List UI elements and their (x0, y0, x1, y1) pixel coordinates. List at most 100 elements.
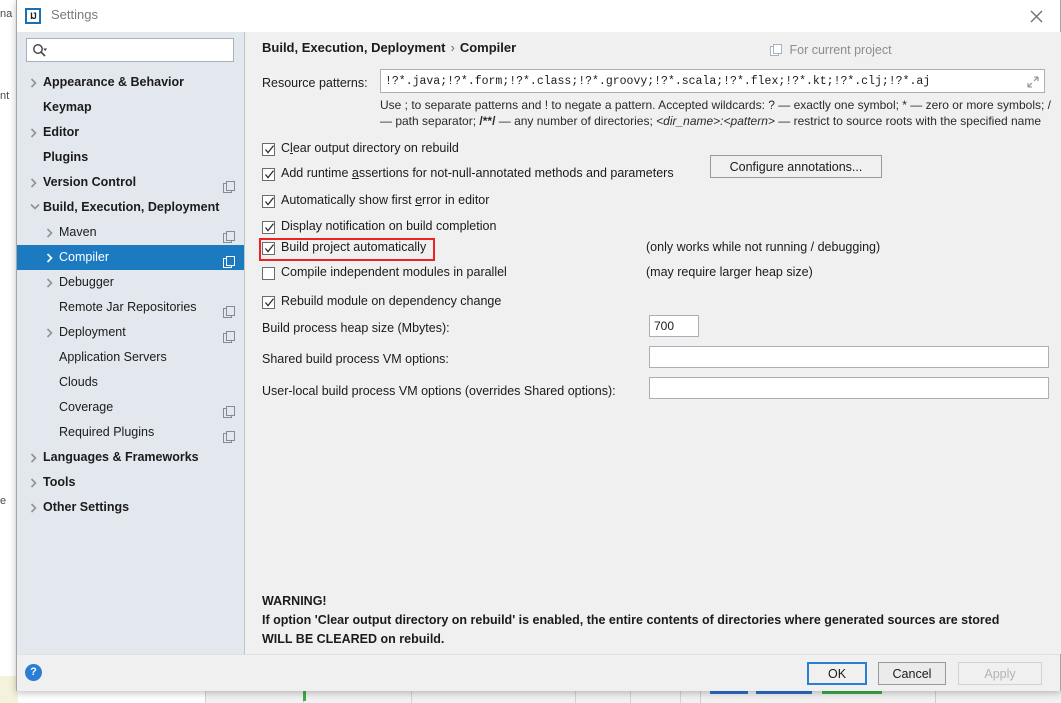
chevron-right-icon[interactable] (27, 495, 41, 520)
checkbox-checked-icon[interactable] (262, 242, 275, 255)
userlocal-vm-options-label: User-local build process VM options (ove… (262, 384, 616, 398)
settings-content: Build, Execution, Deployment›Compiler Fo… (246, 32, 1061, 654)
sidebar-item-label: Languages & Frameworks (43, 445, 199, 470)
checkbox-label: Display notification on build completion (281, 219, 496, 233)
sidebar-item-deployment[interactable]: Deployment (17, 320, 244, 345)
checkbox-checked-icon[interactable] (262, 143, 275, 156)
warning-title: WARNING! (262, 594, 327, 608)
heap-size-label: Build process heap size (Mbytes): (262, 321, 450, 335)
search-icon (32, 43, 47, 58)
intellij-logo-icon: IJ (25, 8, 41, 24)
sidebar-item-version-control[interactable]: Version Control (17, 170, 244, 195)
settings-dialog: IJ Settings Appearance & BehaviorKeymapE… (16, 0, 1061, 691)
dialog-titlebar: IJ Settings (17, 0, 1060, 33)
sidebar-item-application-servers[interactable]: Application Servers (17, 345, 244, 370)
sidebar-item-compiler[interactable]: Compiler (17, 245, 244, 270)
resource-patterns-field[interactable] (380, 69, 1045, 93)
hint-line-2-c: — any number of directories; (495, 114, 656, 128)
checkbox-label: Clear output directory on rebuild (281, 141, 459, 155)
breadcrumb-separator: › (445, 40, 459, 55)
sidebar-item-label: Keymap (43, 95, 92, 120)
close-icon[interactable] (1014, 0, 1060, 31)
sidebar-item-languages-frameworks[interactable]: Languages & Frameworks (17, 445, 244, 470)
chevron-right-icon[interactable] (27, 70, 41, 95)
userlocal-vm-options-input[interactable] (654, 378, 1026, 398)
bg-text-fragment: e (0, 495, 6, 507)
checkbox-checked-icon[interactable] (262, 221, 275, 234)
search-input[interactable] (56, 42, 228, 59)
sidebar-item-label: Version Control (43, 170, 136, 195)
sidebar-item-label: Required Plugins (59, 420, 154, 445)
chevron-down-icon[interactable] (27, 195, 41, 220)
settings-tree: Appearance & BehaviorKeymapEditorPlugins… (17, 70, 244, 520)
breadcrumb-leaf: Compiler (460, 40, 516, 55)
hint-line-2-e: — restrict to source roots with the spec… (775, 114, 1041, 128)
chevron-right-icon[interactable] (43, 320, 57, 345)
chevron-right-icon[interactable] (27, 470, 41, 495)
chevron-right-icon[interactable] (27, 170, 41, 195)
sidebar-item-label: Maven (59, 220, 97, 245)
chevron-right-icon[interactable] (43, 245, 57, 270)
checkbox-unchecked-icon[interactable] (262, 267, 275, 280)
sidebar-item-tools[interactable]: Tools (17, 470, 244, 495)
scope-label: For current project (789, 43, 891, 57)
sidebar-item-remote-jar-repositories[interactable]: Remote Jar Repositories (17, 295, 244, 320)
sidebar-item-label: Clouds (59, 370, 98, 395)
chevron-right-icon[interactable] (27, 120, 41, 145)
checkbox-label: Build project automatically (281, 240, 426, 254)
sidebar-item-label: Remote Jar Repositories (59, 295, 197, 320)
checkbox-label: Automatically show first error in editor (281, 193, 489, 207)
ok-button[interactable]: OK (807, 662, 867, 685)
checkbox-label: Compile independent modules in parallel (281, 265, 507, 279)
breadcrumb-root[interactable]: Build, Execution, Deployment (262, 40, 445, 55)
sidebar-item-keymap[interactable]: Keymap (17, 95, 244, 120)
breadcrumb: Build, Execution, Deployment›Compiler (262, 40, 516, 55)
hint-token-globstar: /**/ (479, 114, 495, 128)
warning-line-2: WILL BE CLEARED on rebuild. (262, 632, 444, 646)
sidebar-item-label: Coverage (59, 395, 113, 420)
resource-patterns-hint: Use ; to separate patterns and ! to nega… (380, 97, 1052, 129)
sidebar-item-coverage[interactable]: Coverage (17, 395, 244, 420)
checkbox-checked-icon[interactable] (262, 195, 275, 208)
sidebar-item-label: Build, Execution, Deployment (43, 195, 219, 220)
sidebar-item-debugger[interactable]: Debugger (17, 270, 244, 295)
chevron-right-icon[interactable] (43, 220, 57, 245)
resource-patterns-label: Resource patterns: (262, 76, 368, 90)
cancel-button[interactable]: Cancel (878, 662, 946, 685)
sidebar-item-clouds[interactable]: Clouds (17, 370, 244, 395)
shared-vm-options-input[interactable] (654, 347, 1026, 367)
sidebar-item-required-plugins[interactable]: Required Plugins (17, 420, 244, 445)
chevron-right-icon[interactable] (27, 445, 41, 470)
warning-line-1: If option 'Clear output directory on reb… (262, 613, 999, 627)
hint-line-1: Use ; to separate patterns and ! to nega… (380, 98, 1051, 112)
configure-annotations-button[interactable]: Configure annotations... (710, 155, 882, 178)
resource-patterns-input[interactable] (385, 70, 1022, 92)
shared-vm-options-field[interactable] (649, 346, 1049, 368)
scope-indicator: For current project (770, 42, 892, 57)
apply-button: Apply (958, 662, 1042, 685)
bg-text-fragment: nt (0, 90, 9, 102)
settings-sidebar: Appearance & BehaviorKeymapEditorPlugins… (17, 32, 245, 654)
sidebar-item-label: Debugger (59, 270, 114, 295)
sidebar-item-label: Plugins (43, 145, 88, 170)
warning-block: WARNING! If option 'Clear output directo… (262, 592, 1042, 649)
heap-size-input[interactable] (654, 316, 676, 336)
help-icon[interactable]: ? (25, 664, 42, 681)
sidebar-item-maven[interactable]: Maven (17, 220, 244, 245)
sidebar-item-build-execution-deployment[interactable]: Build, Execution, Deployment (17, 195, 244, 220)
dialog-footer: ? OK Cancel Apply (17, 654, 1060, 691)
dialog-title: Settings (51, 7, 98, 22)
checkbox-checked-icon[interactable] (262, 296, 275, 309)
sidebar-item-editor[interactable]: Editor (17, 120, 244, 145)
checkbox-checked-icon[interactable] (262, 168, 275, 181)
userlocal-vm-options-field[interactable] (649, 377, 1049, 399)
sidebar-item-plugins[interactable]: Plugins (17, 145, 244, 170)
heap-size-field[interactable] (649, 315, 699, 337)
chevron-right-icon[interactable] (43, 270, 57, 295)
search-box[interactable] (26, 38, 234, 62)
hint-line-2-a: — path separator; (380, 114, 479, 128)
sidebar-item-label: Tools (43, 470, 75, 495)
sidebar-item-other-settings[interactable]: Other Settings (17, 495, 244, 520)
expand-icon[interactable] (1027, 75, 1039, 93)
sidebar-item-appearance-behavior[interactable]: Appearance & Behavior (17, 70, 244, 95)
